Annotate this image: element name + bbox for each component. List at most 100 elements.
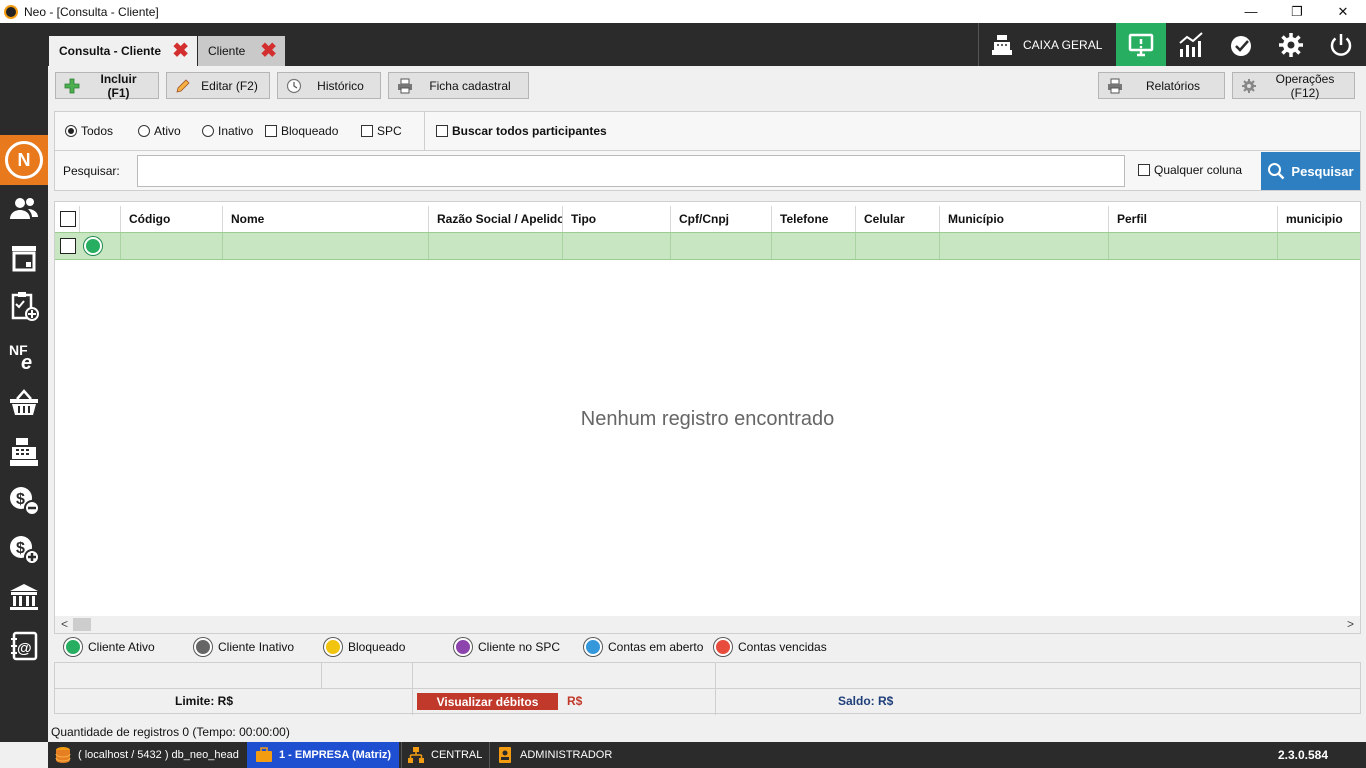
row-cell[interactable] [772, 233, 856, 259]
filter-ativo-radio[interactable]: Ativo [138, 124, 181, 138]
column-header[interactable]: Celular [856, 206, 940, 232]
divider [321, 663, 322, 688]
row-cell[interactable] [121, 233, 223, 259]
toolbar: Incluir (F1) Editar (F2) Histórico Ficha… [48, 66, 1366, 104]
clock-icon [285, 78, 303, 94]
empty-message: Nenhum registro encontrado [580, 408, 835, 430]
search-input[interactable] [137, 155, 1125, 187]
user-status[interactable]: ADMINISTRADOR [489, 742, 612, 768]
close-tab-icon[interactable]: ✖ [172, 41, 189, 61]
power-button[interactable] [1316, 23, 1366, 66]
results-grid: Código Nome Razão Social / Apelido Tipo … [54, 201, 1361, 634]
database-status[interactable]: ( localhost / 5432 ) db_neo_head [54, 742, 239, 768]
sidebar-item-contatos[interactable]: @ [0, 622, 48, 671]
monitor-icon [1128, 33, 1154, 56]
column-header[interactable]: Nome [223, 206, 429, 232]
pesquisar-button[interactable]: Pesquisar [1261, 152, 1360, 190]
column-header[interactable]: Tipo [563, 206, 671, 232]
legend-dot-icon [714, 638, 732, 656]
relatorios-button[interactable]: Relatórios [1098, 72, 1225, 99]
close-window-button[interactable]: ✕ [1320, 0, 1366, 23]
nfe-icon: NFe [9, 342, 32, 371]
chart-icon [1179, 31, 1203, 57]
monitor-button[interactable] [1116, 23, 1166, 66]
checkbox [361, 125, 373, 137]
minimize-button[interactable]: — [1228, 0, 1274, 23]
row-checkbox[interactable] [60, 238, 76, 254]
column-header[interactable]: Perfil [1109, 206, 1278, 232]
scroll-thumb[interactable] [73, 618, 91, 631]
app-logo-icon [4, 4, 18, 19]
tab-consulta-cliente[interactable]: Consulta - Cliente ✖ [49, 36, 197, 66]
cash-register-icon [10, 437, 38, 466]
filter-bar: Todos Ativo Inativo Bloqueado SPC Buscar… [54, 111, 1361, 151]
gear-icon [1240, 78, 1258, 94]
users-icon [10, 198, 38, 220]
legend-label: Contas em aberto [608, 640, 704, 654]
column-header[interactable]: Razão Social / Apelido [429, 206, 563, 232]
charts-button[interactable] [1166, 23, 1216, 66]
window-titlebar: Neo - [Consulta - Cliente] — ❐ ✕ [0, 0, 1366, 23]
horizontal-scrollbar[interactable]: < > [55, 616, 1360, 633]
sidebar-item-pedidos[interactable] [0, 282, 48, 331]
sidebar-item-contas-pagar[interactable]: $ [0, 476, 48, 525]
table-row-filter[interactable] [55, 232, 1360, 260]
sidebar-item-contas-receber[interactable]: $ [0, 525, 48, 574]
legend-dot-icon [194, 638, 212, 656]
close-tab-icon[interactable]: ✖ [260, 41, 277, 61]
historico-button[interactable]: Histórico [277, 72, 381, 99]
ficha-cadastral-button[interactable]: Ficha cadastral [388, 72, 529, 99]
sidebar-item-vendas[interactable] [0, 379, 48, 428]
legend-item: Cliente no SPC [454, 638, 560, 656]
column-header[interactable]: Município [940, 206, 1109, 232]
qualquer-coluna-checkbox[interactable]: Qualquer coluna [1138, 163, 1242, 177]
filter-inativo-radio[interactable]: Inativo [202, 124, 253, 138]
row-cell[interactable] [856, 233, 940, 259]
column-header[interactable]: Código [121, 206, 223, 232]
restore-button[interactable]: ❐ [1274, 0, 1320, 23]
basket-icon [10, 389, 38, 416]
svg-text:$: $ [16, 491, 25, 508]
row-cell[interactable] [671, 233, 772, 259]
legend-label: Cliente no SPC [478, 640, 561, 654]
settings-button[interactable] [1266, 23, 1316, 66]
row-cell[interactable] [1109, 233, 1278, 259]
operacoes-label: Operações (F12) [1275, 71, 1335, 100]
row-cell[interactable] [563, 233, 671, 259]
visualizar-debitos-button[interactable]: Visualizar débitos [417, 693, 558, 710]
org-chart-icon [408, 747, 424, 763]
editar-button[interactable]: Editar (F2) [166, 72, 270, 99]
scroll-right-icon[interactable]: > [1347, 617, 1354, 631]
sidebar-item-nfe[interactable]: NF e [0, 331, 48, 380]
sidebar-item-bancos[interactable] [0, 573, 48, 622]
sidebar-item-clientes[interactable] [0, 185, 48, 234]
caixa-geral-button[interactable]: CAIXA GERAL [978, 23, 1116, 66]
cash-register-icon [992, 34, 1012, 55]
legend-dot-icon [584, 638, 602, 656]
select-all-checkbox[interactable] [60, 211, 76, 227]
top-bar: Consulta - Cliente ✖ Cliente ✖ CAIXA GER… [48, 23, 1366, 66]
printer-icon [396, 78, 414, 94]
tasks-button[interactable] [1216, 23, 1266, 66]
sidebar-item-caixa[interactable] [0, 428, 48, 477]
filter-spc-checkbox[interactable]: SPC [361, 124, 402, 138]
column-header[interactable]: municipio [1278, 206, 1360, 232]
incluir-button[interactable]: Incluir (F1) [55, 72, 159, 100]
central-status[interactable]: CENTRAL [401, 742, 482, 768]
row-cell[interactable] [940, 233, 1109, 259]
column-header[interactable]: Telefone [772, 206, 856, 232]
filter-todos-radio[interactable]: Todos [65, 124, 113, 138]
sidebar-item-estoque[interactable] [0, 234, 48, 283]
empresa-status[interactable]: 1 - EMPRESA (Matriz) [247, 742, 400, 768]
buscar-todos-checkbox[interactable]: Buscar todos participantes [436, 124, 607, 138]
filter-bloqueado-checkbox[interactable]: Bloqueado [265, 124, 338, 138]
operacoes-button[interactable]: Operações (F12) [1232, 71, 1355, 100]
scroll-left-icon[interactable]: < [61, 617, 68, 631]
neo-logo[interactable]: N [0, 135, 48, 185]
divider [412, 663, 413, 715]
column-header[interactable]: Cpf/Cnpj [671, 206, 772, 232]
legend-item: Cliente Ativo [64, 638, 155, 656]
row-cell[interactable] [223, 233, 429, 259]
row-cell[interactable] [429, 233, 563, 259]
tab-cliente[interactable]: Cliente ✖ [198, 36, 285, 66]
